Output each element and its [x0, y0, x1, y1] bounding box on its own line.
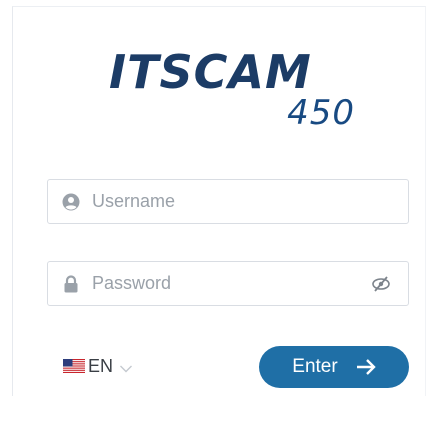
logo: ITSCAM 450: [97, 47, 367, 142]
enter-button-label: Enter: [292, 356, 338, 377]
enter-button[interactable]: Enter: [259, 346, 409, 388]
chevron-down-icon: [119, 361, 133, 373]
eye-slash-icon[interactable]: [370, 273, 392, 295]
arrow-right-icon: [356, 358, 376, 376]
lock-icon: [62, 274, 80, 293]
language-code: EN: [88, 355, 114, 376]
us-flag-icon: [63, 359, 85, 373]
login-card: ITSCAM 450 Username EN Enter: [12, 6, 426, 396]
logo-brand: ITSCAM: [109, 45, 312, 99]
username-field[interactable]: [47, 179, 409, 224]
user-icon: [62, 193, 80, 211]
password-field[interactable]: [47, 261, 409, 306]
username-input[interactable]: [92, 180, 408, 223]
language-selector[interactable]: EN: [63, 354, 133, 378]
password-input[interactable]: [92, 262, 370, 305]
logo-model: 450: [287, 93, 355, 133]
